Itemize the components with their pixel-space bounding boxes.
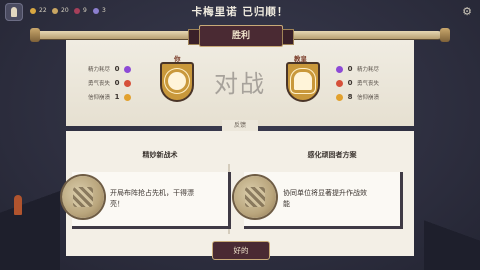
cloaked-figure-icon (14, 195, 22, 215)
stat-label: 信仰崩溃 (88, 95, 111, 101)
feedback-card-text-line: 亮！ (110, 200, 124, 208)
player-stat-exhaustion: 精力耗尽 0 (88, 64, 132, 74)
stat-label: 勇气丧失 (357, 81, 380, 87)
mountain-silhouette-left (0, 160, 60, 270)
victory-banner: 胜利 (188, 25, 294, 47)
opponent-stat-faith: 8 信仰崩溃 (336, 92, 379, 102)
feedback-card-text: 开局布阵抢占先机，干得漂 亮！ (110, 188, 194, 210)
player-crest (160, 62, 194, 102)
stat-label: 勇气丧失 (88, 81, 111, 87)
stat-value: 0 (114, 79, 120, 87)
papal-tiara-icon (294, 72, 312, 90)
sun-icon (124, 93, 132, 101)
lightning-icon (336, 65, 343, 73)
feedback-label: 反馈 (222, 120, 258, 131)
mountain-silhouette-right (424, 200, 480, 270)
battle-map-icon (234, 176, 276, 218)
ok-button[interactable]: 好的 (212, 241, 270, 260)
stat-value: 0 (347, 79, 353, 87)
scroll-knob-left (30, 28, 40, 42)
top-bar: 22 20 9 3 卡梅里诺 已归顺！ ⚙ (0, 0, 480, 26)
opponent-stat-exhaustion: 0 精力耗尽 (336, 64, 379, 74)
stat-value: 8 (347, 93, 353, 101)
sun-icon (336, 93, 343, 101)
scroll-knob-right (440, 28, 450, 42)
stat-label: 精力耗尽 (357, 67, 380, 73)
feedback-card-text-line: 开局布阵抢占先机，干得漂 (110, 189, 194, 197)
opponent-stat-courage: 0 勇气丧失 (336, 78, 379, 88)
versus-label: 对战 (214, 70, 266, 98)
stat-value: 1 (114, 93, 120, 101)
battle-map-icon (62, 176, 104, 218)
feedback-card-title: 感化顽固者方案 (307, 151, 357, 159)
player-stat-faith: 信仰崩溃 1 (88, 92, 132, 102)
flame-icon (336, 79, 343, 87)
sun-emblem-icon (168, 72, 186, 90)
feedback-card-text-line: 能 (283, 200, 290, 208)
flame-icon (124, 79, 132, 87)
stat-value: 0 (347, 65, 353, 73)
stat-label: 信仰崩溃 (357, 95, 380, 101)
stat-value: 0 (114, 65, 120, 73)
lightning-icon (124, 65, 132, 73)
opponent-crest (286, 62, 320, 102)
player-stat-courage: 勇气丧失 0 (88, 78, 132, 88)
feedback-card-text-line: 协同单位将显著提升作战效 (283, 189, 367, 197)
feedback-card-text: 协同单位将显著提升作战效 能 (283, 188, 367, 210)
gear-icon[interactable]: ⚙ (462, 5, 472, 18)
victory-screen: 22 20 9 3 卡梅里诺 已归顺！ ⚙ 胜利 你 教皇 精力耗尽 0 勇气丧… (0, 0, 480, 270)
feedback-card-title: 精妙新战术 (142, 151, 178, 159)
page-title: 卡梅里诺 已归顺！ (191, 6, 289, 18)
stat-label: 精力耗尽 (88, 67, 111, 73)
